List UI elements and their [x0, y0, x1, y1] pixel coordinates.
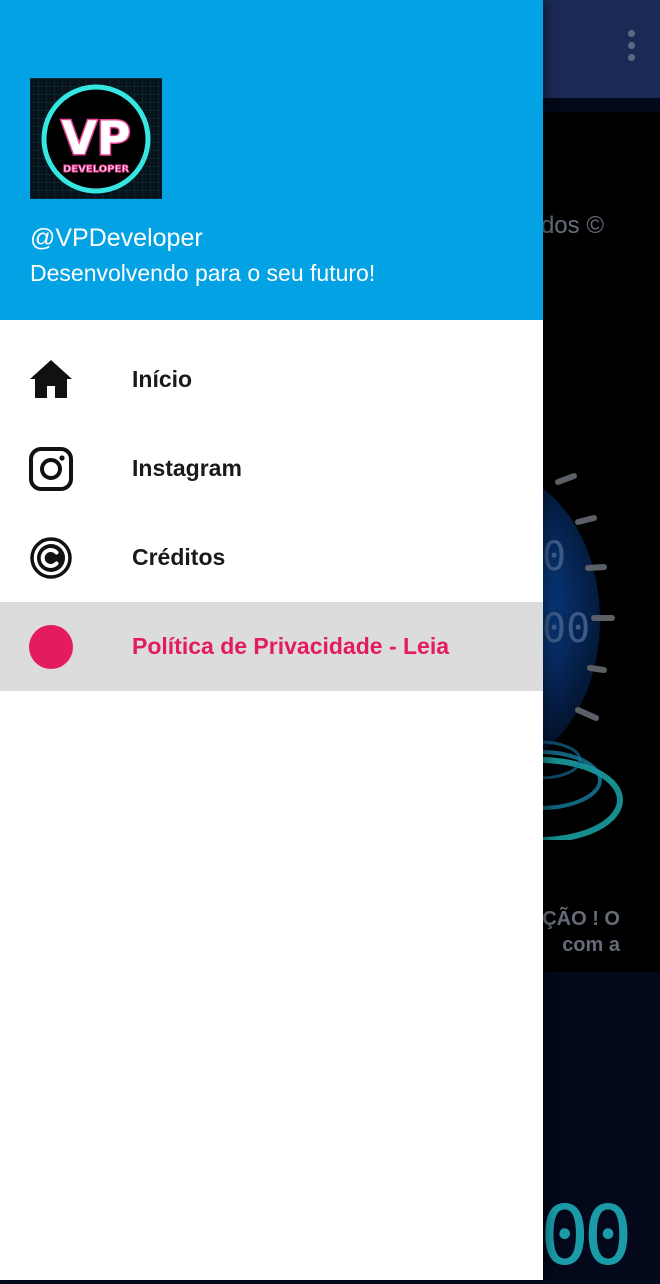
- circle-icon: [28, 624, 74, 670]
- instagram-icon: [28, 446, 74, 492]
- menu-item-inicio[interactable]: Início: [0, 335, 543, 424]
- svg-text:0: 0: [542, 534, 566, 580]
- menu-item-instagram[interactable]: Instagram: [0, 424, 543, 513]
- logo-text: VP: [61, 111, 130, 165]
- drawer-header: VP DEVELOPER @VPDeveloper Desenvolvendo …: [0, 0, 543, 320]
- svg-text:00: 00: [542, 606, 590, 652]
- logo-subtext: DEVELOPER: [63, 164, 129, 175]
- copyright-icon: [28, 535, 74, 581]
- menu-item-label: Início: [132, 366, 193, 392]
- tagline: Desenvolvendo para o seu futuro!: [30, 260, 376, 286]
- username: @VPDeveloper: [30, 224, 203, 252]
- home-icon: [28, 357, 74, 403]
- menu-item-creditos[interactable]: Créditos: [0, 513, 543, 602]
- menu-item-label: Instagram: [132, 455, 242, 481]
- overflow-menu-icon[interactable]: [624, 30, 638, 64]
- drawer-menu: Início Instagram Créditos Política de Pr…: [0, 335, 543, 691]
- speed-digits: 00: [540, 1189, 633, 1284]
- menu-item-politica-de-privacidade[interactable]: Política de Privacidade - Leia: [0, 602, 543, 691]
- vp-developer-logo: VP DEVELOPER: [30, 78, 162, 199]
- navigation-drawer: VP DEVELOPER @VPDeveloper Desenvolvendo …: [0, 0, 543, 1280]
- menu-item-label: Créditos: [132, 544, 226, 570]
- menu-item-label: Política de Privacidade - Leia: [132, 633, 450, 659]
